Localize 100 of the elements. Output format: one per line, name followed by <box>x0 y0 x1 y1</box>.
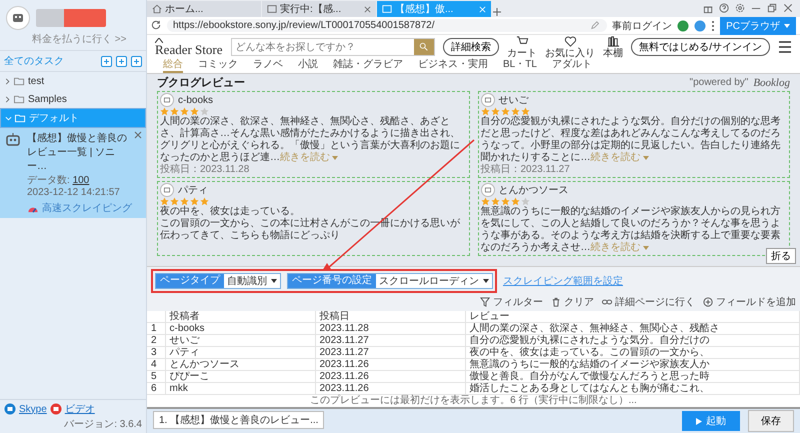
caret-icon <box>642 246 648 250</box>
star-icon <box>500 107 510 116</box>
booklog-logo: Booklog <box>753 76 790 90</box>
clear-icon <box>551 296 562 308</box>
footer-link[interactable]: ビデオ <box>64 402 95 416</box>
fold-button[interactable]: 折る <box>766 248 796 264</box>
star-icon <box>200 107 209 116</box>
star-icon <box>190 197 199 206</box>
nav-link[interactable]: コミック <box>198 59 238 73</box>
page-number-select[interactable]: ページ番号の設定 スクロールローディン <box>287 273 493 289</box>
star-icon <box>480 107 490 116</box>
menu-icon <box>778 40 792 54</box>
avatar-icon <box>160 183 174 197</box>
search-icon <box>419 42 430 52</box>
table-cell: とんかつソース <box>165 358 315 370</box>
task-tab[interactable]: 1. 【感想】傲慢と善良のレビュー... <box>153 411 324 429</box>
row-number: 5 <box>147 370 165 382</box>
table-cell: パティ <box>165 346 315 358</box>
star-icon <box>190 107 199 116</box>
nav-link[interactable]: 雑誌・グラビア <box>333 59 403 73</box>
site-logo[interactable]: Reader Store <box>155 38 223 56</box>
url-field[interactable]: https://ebookstore.sony.jp/review/LT000170554001587872/ <box>167 19 608 32</box>
star-icon <box>500 197 510 206</box>
review-text: 夜の中を、彼女は走っている。 <box>160 206 301 218</box>
footer-link[interactable]: Skype <box>19 404 47 414</box>
shelf-icon <box>606 35 620 48</box>
nav-link[interactable]: ラノベ <box>253 59 283 73</box>
close-icon[interactable] <box>364 6 371 12</box>
table-cell: 自分の恋愛観が丸裸にされたような気分。自分だけの <box>465 334 800 346</box>
play-icon <box>696 418 702 424</box>
redaction-mark <box>36 9 106 27</box>
column-header: 投稿者 <box>165 311 315 322</box>
browser-tab[interactable]: 実行中:【感... <box>262 1 376 17</box>
star-icon <box>520 197 530 206</box>
toolbar-action[interactable]: クリア <box>551 295 594 309</box>
caret-icon <box>642 156 648 160</box>
folder-icon <box>14 94 25 104</box>
table-cell: 無意識のうちに一般的な結婚のイメージや家族友人か <box>465 358 800 370</box>
review-text: 自分の恋愛観が丸裸にされたような気分。自分だけの個別的な思考だと思ったけど、程度な差はあれどみんなこんな考えしてるのだろうなって。小野里の部分は定期的に見返したい。告白したり連絡先聞かれたりすることに…続きを読む <box>480 116 782 164</box>
toolbar-action[interactable]: フィルター <box>480 295 543 309</box>
nav-link[interactable]: ビジネス・実用 <box>418 59 488 73</box>
star-icon <box>200 197 209 206</box>
nav-link[interactable]: BL・TL <box>503 59 537 73</box>
extension-icon <box>694 20 706 32</box>
advanced-search-button[interactable]: 詳細検索 <box>443 38 500 56</box>
folder-item[interactable]: Samples <box>0 90 146 108</box>
chat-icon <box>4 403 16 415</box>
caret-icon <box>271 279 277 283</box>
caret-icon <box>332 156 338 160</box>
star-icon <box>170 197 179 206</box>
star-icon <box>160 197 169 206</box>
star-icon <box>510 107 520 116</box>
table-cell: 傲慢と善良。自分がなんで傲慢なんだろうと思った時 <box>465 370 800 382</box>
header-link[interactable]: 本棚 <box>603 35 624 59</box>
nav-link[interactable]: 小説 <box>298 59 318 73</box>
powered-by-label: "powered by" <box>690 76 748 90</box>
header-link[interactable]: カート <box>507 35 538 59</box>
save-button[interactable]: 保存 <box>748 410 794 432</box>
reviewer-name[interactable]: せいご <box>498 94 528 106</box>
star-icon <box>490 107 500 116</box>
task-time: 2023-12-12 14:21:57 <box>27 187 120 198</box>
nav-link[interactable]: アダルト <box>552 59 592 73</box>
table-cell: ぴぴーこ <box>165 370 315 382</box>
avatar-icon <box>480 93 494 107</box>
table-cell: 2023.11.27 <box>315 346 465 358</box>
toolbar-action[interactable]: 詳細ページに行く <box>602 295 695 309</box>
reload-icon <box>151 20 162 31</box>
task-item[interactable]: 【感想】傲慢と善良のレビュー一覧 | ソニー… データ数: 100 2023-12-12 14:21:57 高速スクレイピング <box>0 128 146 218</box>
reviewer-name[interactable]: c-books <box>178 94 214 106</box>
signin-button[interactable]: 無料ではじめる/サインイン <box>631 38 770 56</box>
avatar-icon <box>480 183 494 197</box>
reviewer-name[interactable]: とんかつソース <box>498 184 568 196</box>
header-link[interactable]: お気に入り <box>545 35 596 59</box>
column-header: レビュー <box>465 311 800 322</box>
caret-icon <box>784 24 790 28</box>
star-icon <box>480 197 490 206</box>
settings-icon <box>735 2 746 14</box>
help-icon <box>719 2 730 14</box>
pencil-icon <box>591 20 602 30</box>
column-header: 投稿日 <box>315 311 465 322</box>
row-number: 4 <box>147 358 165 370</box>
all-tasks-label: 全てのタスク <box>4 55 64 68</box>
table-cell: 2023.11.26 <box>315 358 465 370</box>
table-cell: c-books <box>165 322 315 334</box>
robot-icon <box>4 131 22 149</box>
browser-tab[interactable]: ホーム... <box>147 1 261 17</box>
reviewer-name[interactable]: パティ <box>178 184 208 196</box>
pre-login-link[interactable]: 事前ログイン <box>612 18 672 32</box>
post-date: 投稿日：2023.11.27 <box>480 164 571 176</box>
search-field[interactable]: どんな本をお探しですか？ <box>230 38 436 56</box>
table-cell: せいご <box>165 334 315 346</box>
table-cell: 夜の中を、彼女は走っている。この冒頭の一文から、 <box>465 346 800 358</box>
post-date: 投稿日：2023.11.28 <box>160 164 250 176</box>
page-icon <box>382 4 392 14</box>
row-number: 3 <box>147 346 165 358</box>
extension-icon <box>677 20 690 32</box>
toolbar-action[interactable]: フィールドを追加 <box>703 295 796 309</box>
page-type-select[interactable]: ページタイプ 自動識別 <box>155 273 281 289</box>
star-icon <box>510 197 520 206</box>
folder-item[interactable]: test <box>0 72 146 90</box>
